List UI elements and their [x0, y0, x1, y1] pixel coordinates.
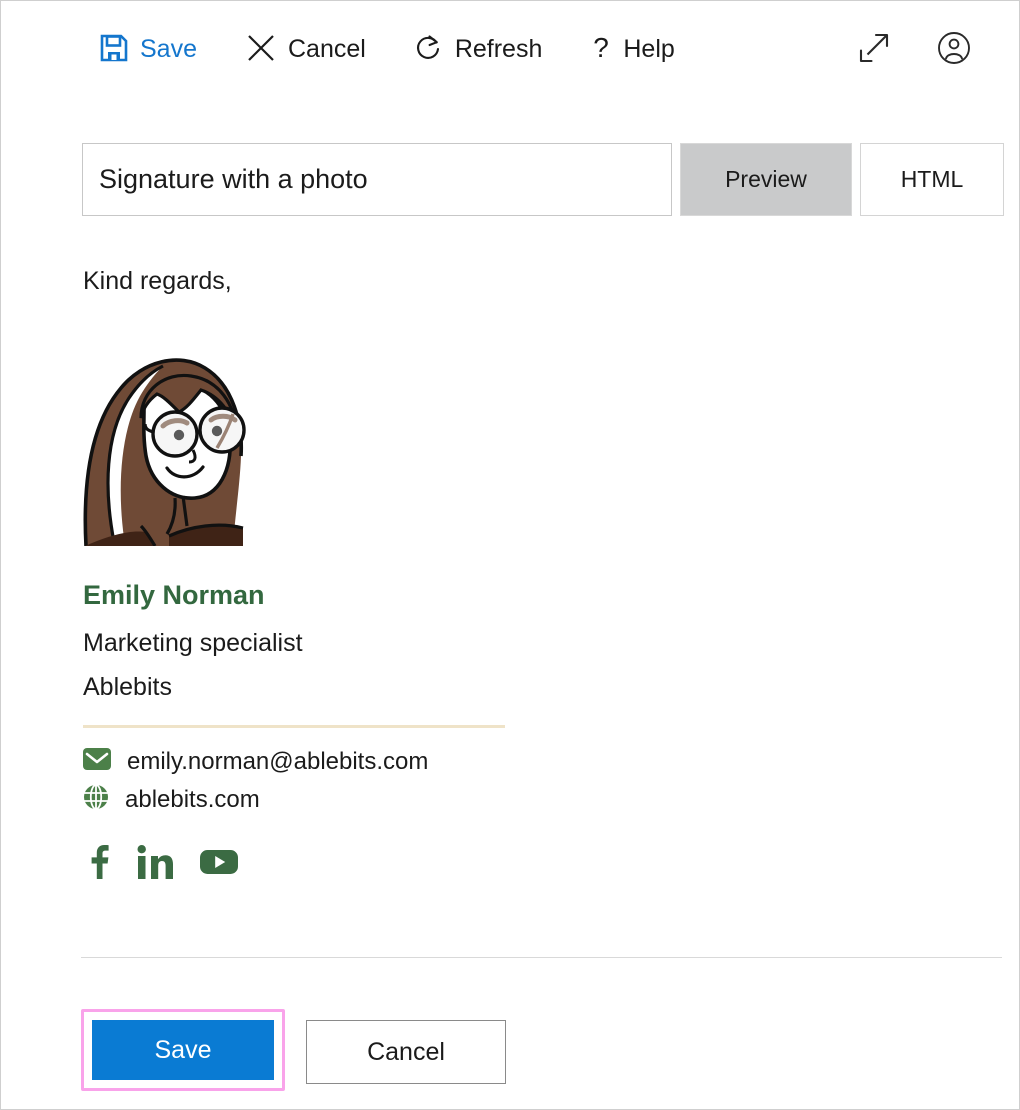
- portrait-illustration: [83, 358, 246, 546]
- signature-name-input[interactable]: [82, 143, 672, 216]
- refresh-icon: [414, 33, 444, 66]
- expand-button[interactable]: [855, 27, 893, 72]
- tab-html[interactable]: HTML: [860, 143, 1004, 216]
- signature-preview: Kind regards, Emily Norman Marketing spe…: [83, 269, 643, 884]
- toolbar-cancel-label: Cancel: [287, 34, 366, 63]
- save-button-highlight: Save: [81, 1009, 285, 1091]
- social-links: [83, 845, 643, 884]
- signature-editor-window: Save Cancel Refresh ? Help Signature wit…: [0, 0, 1020, 1110]
- footer-divider: [81, 957, 1002, 958]
- save-disk-icon: [99, 33, 129, 66]
- envelope-icon: [83, 748, 111, 775]
- contact-row-website[interactable]: ablebits.com: [83, 784, 643, 815]
- svg-text:?: ?: [594, 32, 610, 63]
- signature-title-row: Preview HTML: [82, 143, 1004, 216]
- account-circle-icon: [937, 31, 971, 68]
- contact-website-text: ablebits.com: [125, 785, 260, 813]
- globe-icon: [83, 784, 109, 815]
- tab-preview[interactable]: Preview: [680, 143, 852, 216]
- close-x-icon: [245, 32, 277, 67]
- signature-divider: [83, 725, 505, 728]
- question-mark-icon: ?: [590, 32, 612, 67]
- toolbar-refresh-label: Refresh: [454, 34, 543, 63]
- facebook-icon[interactable]: [86, 845, 110, 884]
- signature-company: Ablebits: [83, 673, 172, 701]
- save-button[interactable]: Save: [92, 1020, 274, 1080]
- expand-diagonal-icon: [857, 31, 891, 68]
- contact-email-text: emily.norman@ablebits.com: [127, 747, 429, 775]
- toolbar-help-label: Help: [623, 34, 675, 63]
- signature-job-title: Marketing specialist: [83, 629, 303, 657]
- footer-actions: Save Cancel: [81, 1009, 506, 1091]
- toolbar-save-label: Save: [140, 34, 197, 63]
- cancel-button[interactable]: Cancel: [306, 1020, 506, 1084]
- signature-greeting: Kind regards,: [83, 267, 232, 295]
- toolbar-right-group: [855, 27, 1019, 72]
- linkedin-icon[interactable]: [136, 845, 174, 884]
- toolbar-save-button[interactable]: Save: [97, 29, 199, 70]
- toolbar-refresh-button[interactable]: Refresh: [412, 29, 545, 70]
- toolbar-help-button[interactable]: ? Help: [588, 28, 676, 71]
- toolbar-cancel-button[interactable]: Cancel: [243, 28, 368, 71]
- account-button[interactable]: [935, 27, 973, 72]
- signature-person-name: Emily Norman: [83, 580, 265, 610]
- toolbar: Save Cancel Refresh ? Help: [1, 1, 1019, 97]
- youtube-icon[interactable]: [200, 848, 238, 881]
- contact-row-email[interactable]: emily.norman@ablebits.com: [83, 748, 643, 775]
